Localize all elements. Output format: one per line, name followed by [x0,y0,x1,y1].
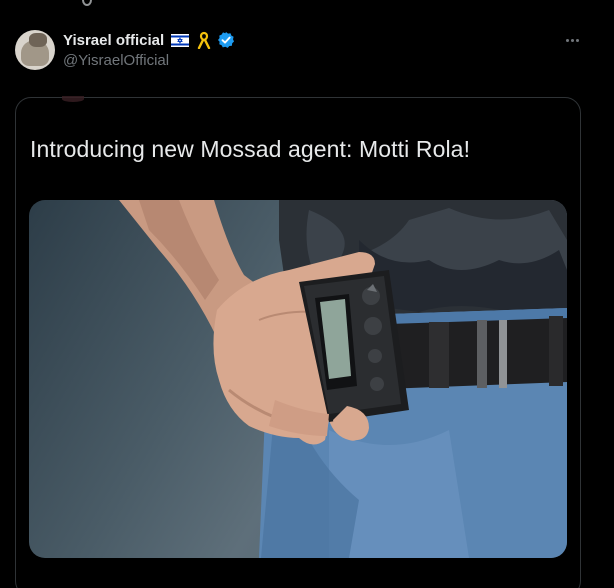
quoted-post-text: Introducing new Mossad agent: Motti Rola… [30,136,471,162]
more-options-button[interactable] [560,30,584,50]
quoted-avatar-fragment [62,96,84,102]
avatar[interactable] [15,30,55,70]
verified-badge-icon [217,31,235,49]
yellow-ribbon-icon [197,31,211,50]
quoted-post-card[interactable]: Introducing new Mossad agent: Motti Rola… [15,96,581,588]
post-photo[interactable] [29,200,567,558]
more-horizontal-icon [565,38,569,42]
previous-post-fragment [0,0,614,14]
israel-flag-icon [171,33,190,47]
author-handle[interactable]: @YisraelOfficial [63,52,169,69]
display-name[interactable]: Yisrael official [63,32,164,49]
author-name-row: Yisrael official [63,30,235,50]
